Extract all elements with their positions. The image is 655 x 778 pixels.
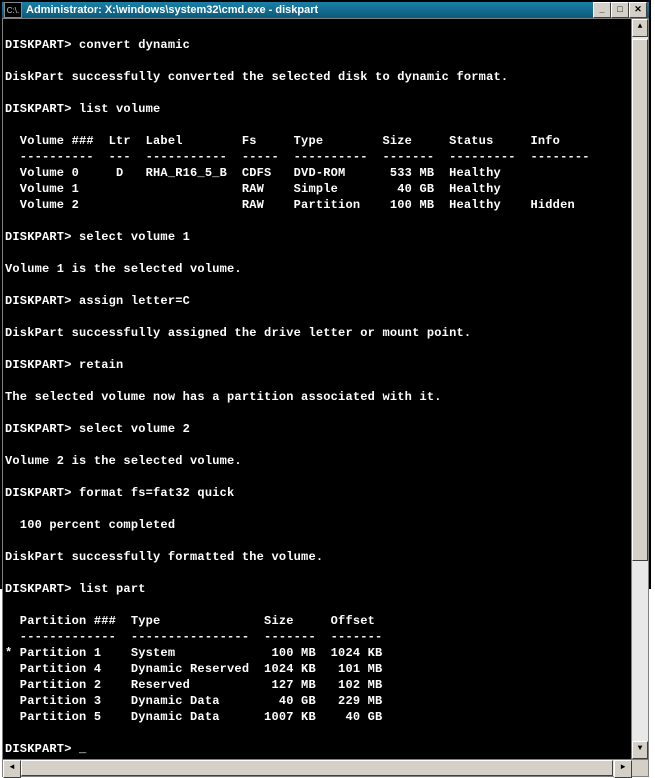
vertical-scrollbar[interactable]: ▲ ▼ <box>631 19 648 759</box>
scroll-down-button[interactable]: ▼ <box>632 741 648 759</box>
scroll-left-button[interactable]: ◄ <box>3 760 21 778</box>
client-area: DISKPART> convert dynamic DiskPart succe… <box>2 18 649 777</box>
window-title: Administrator: X:\windows\system32\cmd.e… <box>26 4 593 16</box>
scroll-up-button[interactable]: ▲ <box>632 19 648 37</box>
hscroll-track[interactable] <box>21 760 614 776</box>
terminal-output[interactable]: DISKPART> convert dynamic DiskPart succe… <box>3 19 631 759</box>
window-controls: _ □ ✕ <box>593 2 647 18</box>
minimize-button[interactable]: _ <box>593 2 611 18</box>
vscroll-track[interactable] <box>632 37 648 741</box>
hscroll-thumb[interactable] <box>21 760 613 776</box>
maximize-button[interactable]: □ <box>611 2 629 18</box>
close-button[interactable]: ✕ <box>629 2 647 18</box>
vscroll-thumb[interactable] <box>632 39 648 561</box>
terminal-area: DISKPART> convert dynamic DiskPart succe… <box>3 19 648 759</box>
scroll-right-button[interactable]: ► <box>614 760 632 778</box>
horizontal-scrollbar[interactable]: ◄ ► <box>3 759 648 776</box>
cmd-icon: C:\. <box>4 2 22 18</box>
scrollbar-corner <box>632 760 648 776</box>
cmd-window: C:\. Administrator: X:\windows\system32\… <box>0 0 651 589</box>
titlebar[interactable]: C:\. Administrator: X:\windows\system32\… <box>2 2 649 18</box>
